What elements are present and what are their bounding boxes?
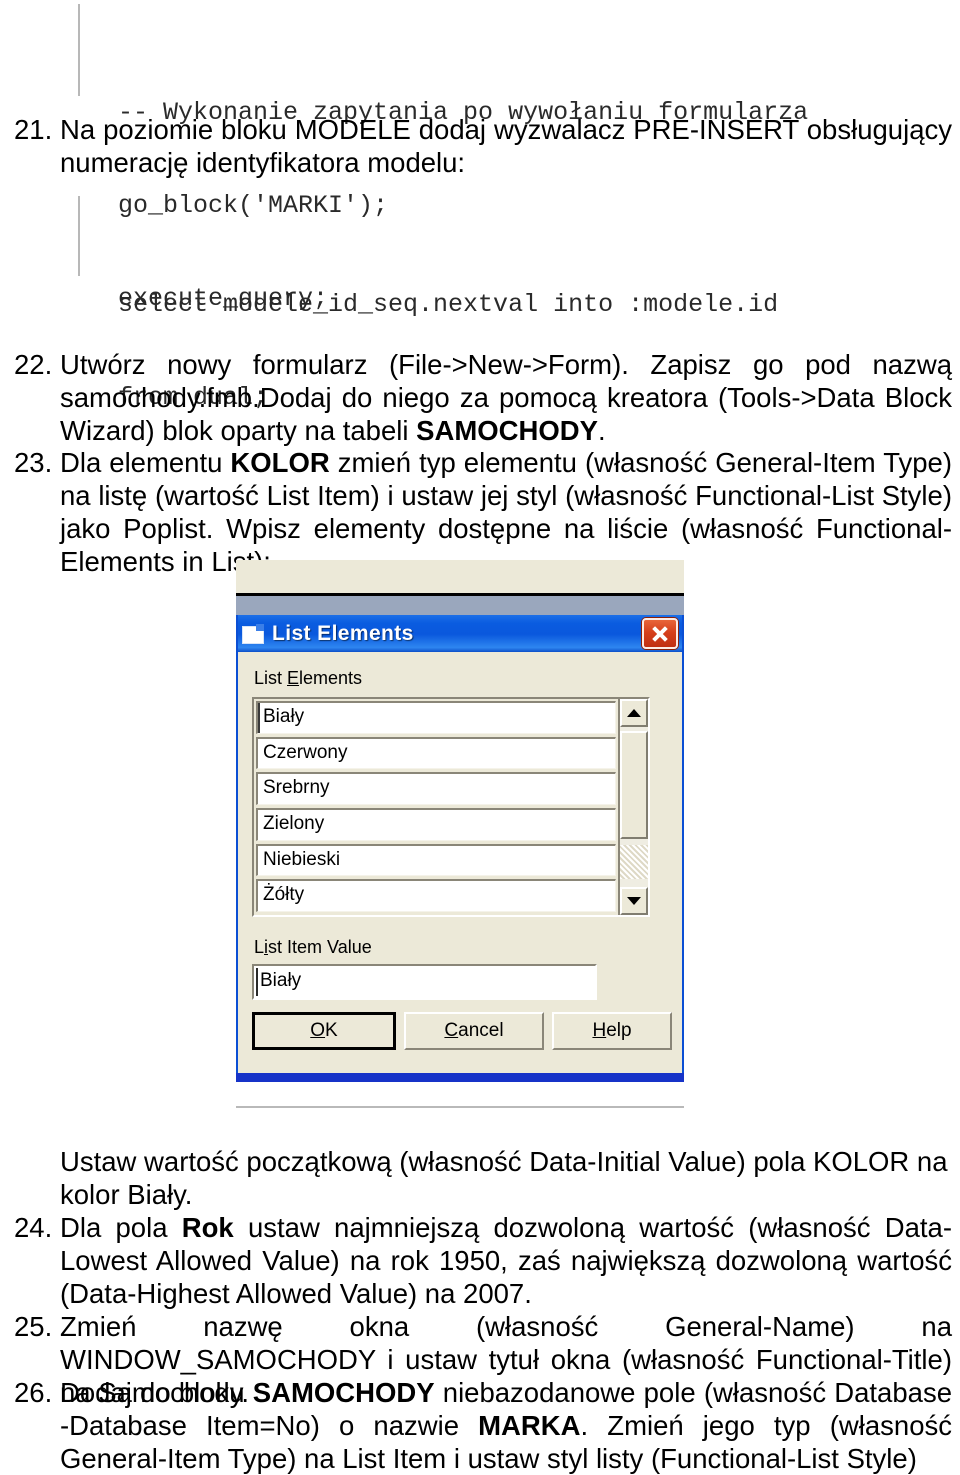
paragraph-line: kolor Biały. — [60, 1179, 193, 1210]
list-item-value-label: List Item Value — [254, 937, 372, 958]
label-part: lements — [299, 668, 363, 688]
list-item[interactable]: Żółty — [256, 879, 616, 913]
button-label: ancel — [458, 1020, 504, 1041]
screenshot-top-strip — [236, 560, 684, 593]
dialog-screenshot: List Elements List Elements Biały Czerwo… — [236, 560, 684, 1108]
button-label: K — [325, 1020, 338, 1041]
text-segment: Dodaj do bloku — [60, 1377, 253, 1408]
code-block-1: -- Wykonanie zapytania po wywołaniu form… — [0, 4, 960, 313]
button-label: elp — [606, 1020, 632, 1041]
scrollbar-thumb[interactable] — [620, 731, 648, 839]
button-accel: O — [310, 1020, 326, 1041]
code-block-rule — [78, 196, 80, 276]
list-item-body: Utwórz nowy formularz (File->New->Form).… — [60, 348, 952, 447]
code-block-2: select modele_id_seq.nextval into :model… — [0, 196, 960, 412]
list-item[interactable]: Biały — [256, 701, 616, 734]
list-item-21: 21. Na poziomie bloku MODELE dodaj wyzwa… — [14, 113, 952, 179]
dialog-body: List Elements Biały Czerwony Srebrny Zie… — [238, 652, 682, 1073]
list-item-number: 24. — [14, 1212, 53, 1243]
list-item-number: 22. — [14, 349, 53, 380]
text-segment: . — [597, 415, 606, 446]
list-elements-dialog: List Elements List Elements Biały Czerwo… — [236, 615, 684, 1073]
list-item[interactable]: Zielony — [256, 808, 616, 841]
list-item-number: 25. — [14, 1311, 53, 1342]
list-item-body: Dodaj do bloku SAMOCHODY niebazodanowe p… — [60, 1376, 952, 1475]
close-icon[interactable] — [642, 618, 678, 649]
list-elements-listbox[interactable]: Biały Czerwony Srebrny Zielony Niebieski… — [252, 697, 650, 917]
list-item[interactable]: Srebrny — [256, 772, 616, 806]
emphasis-kolor: KOLOR — [230, 447, 330, 478]
screenshot-gray-band — [236, 596, 684, 615]
dialog-titlebar[interactable]: List Elements — [238, 615, 682, 652]
code-line: select modele_id_seq.nextval into :model… — [118, 290, 779, 319]
list-item-body: Dla pola Rok ustaw najmniejszą dozwoloną… — [60, 1211, 952, 1310]
vertical-scrollbar[interactable] — [618, 699, 648, 915]
list-item-24: 24. Dla pola Rok ustaw najmniejszą dozwo… — [14, 1211, 952, 1310]
list-item[interactable]: Niebieski — [256, 843, 616, 877]
list-item[interactable]: Czerwony — [256, 736, 616, 770]
paragraph-initial-value: Ustaw wartość początkową (własność Data-… — [14, 1145, 960, 1211]
list-item-number: 21. — [14, 114, 53, 145]
text-segment: Dla elementu — [60, 447, 231, 478]
emphasis-marka: MARKA — [478, 1410, 581, 1441]
chevron-up-icon[interactable] — [620, 699, 648, 727]
text-segment: Dla pola — [60, 1212, 182, 1243]
label-part: st Item Value — [268, 937, 372, 957]
paragraph-line: Ustaw wartość początkową (własność Data-… — [60, 1146, 948, 1177]
button-accel: C — [444, 1020, 459, 1041]
button-accel: H — [592, 1020, 607, 1041]
list-items-container: Biały Czerwony Srebrny Zielony Niebieski… — [254, 699, 618, 915]
list-item-26: 26. Dodaj do bloku SAMOCHODY niebazodano… — [14, 1376, 952, 1475]
list-item-23: 23. Dla elementu KOLOR zmień typ element… — [14, 446, 952, 578]
list-item-22: 22. Utwórz nowy formularz (File->New->Fo… — [14, 348, 952, 447]
label-part: List — [254, 668, 288, 688]
list-item-body: Na poziomie bloku MODELE dodaj wyzwalacz… — [60, 114, 952, 178]
list-item-body: Dla elementu KOLOR zmień typ elementu (w… — [60, 446, 952, 578]
scrollbar-track-hatch — [620, 845, 648, 879]
label-accel: E — [287, 668, 300, 688]
emphasis-samochody: SAMOCHODY — [416, 415, 598, 446]
cancel-button[interactable]: Cancel — [404, 1012, 544, 1050]
emphasis-samochody: SAMOCHODY — [252, 1377, 435, 1408]
list-item-value-input[interactable]: Biały — [252, 964, 597, 1000]
screenshot-bottom-rule — [236, 1106, 684, 1108]
dialog-title: List Elements — [272, 621, 414, 645]
list-elements-label: List Elements — [254, 668, 362, 689]
document-page: -- Wykonanie zapytania po wywołaniu form… — [0, 0, 960, 1474]
dialog-bottom-bar — [236, 1073, 684, 1082]
chevron-down-icon[interactable] — [620, 887, 648, 915]
code-block-rule — [78, 4, 80, 96]
emphasis-rok: Rok — [181, 1212, 234, 1243]
list-item-number: 23. — [14, 447, 53, 478]
help-button[interactable]: Help — [552, 1012, 672, 1050]
list-item-number: 26. — [14, 1377, 53, 1408]
ok-button[interactable]: OK — [252, 1012, 396, 1050]
label-part: L — [254, 937, 265, 957]
dialog-button-row: OK Cancel Help — [238, 1012, 682, 1054]
scrollbar-track[interactable] — [620, 727, 648, 887]
window-icon — [242, 623, 264, 644]
